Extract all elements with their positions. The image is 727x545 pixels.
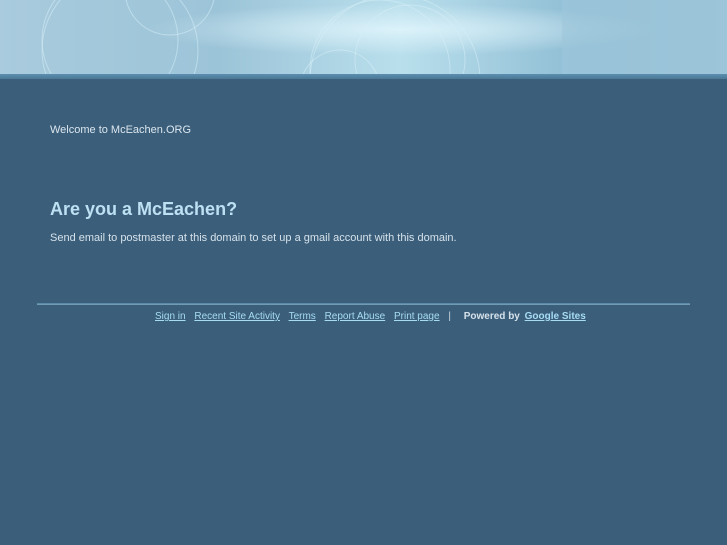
report-abuse-link[interactable]: Report Abuse	[325, 311, 386, 322]
recent-site-activity-link[interactable]: Recent Site Activity	[194, 311, 280, 322]
welcome-text: Welcome to McEachen.ORG	[50, 124, 192, 136]
page: Welcome to McEachen.ORG Are you a McEach…	[0, 0, 727, 545]
google-sites-link[interactable]: Google Sites	[525, 311, 586, 322]
page-headline: Are you a McEachen?	[50, 199, 238, 219]
footer: Sign in Recent Site Activity Terms Repor…	[155, 311, 635, 322]
header-decoration	[0, 0, 727, 74]
header-bar	[0, 74, 727, 79]
sign-in-link[interactable]: Sign in	[155, 311, 186, 322]
footer-separator: |	[448, 311, 451, 322]
header-banner	[0, 0, 727, 74]
terms-link[interactable]: Terms	[289, 311, 316, 322]
body-text: Send email to postmaster at this domain …	[50, 232, 457, 244]
footer-divider	[37, 303, 690, 305]
powered-by-label: Powered by	[463, 311, 520, 322]
print-page-link[interactable]: Print page	[394, 311, 440, 322]
